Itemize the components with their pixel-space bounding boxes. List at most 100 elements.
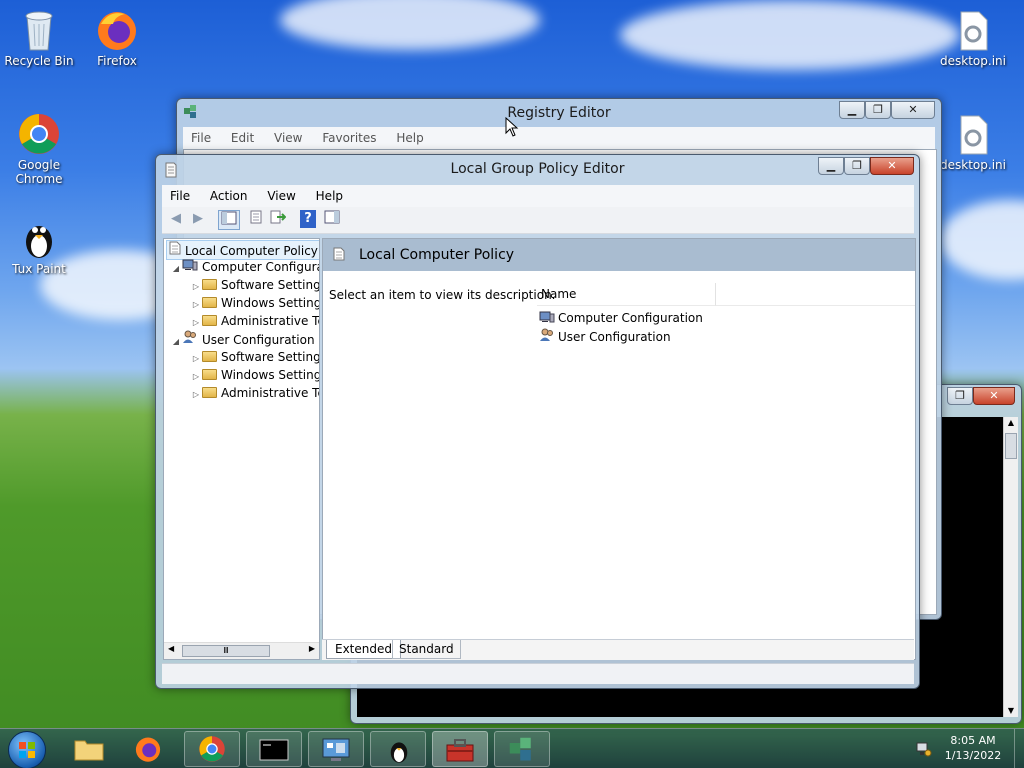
tree-item-local-computer-policy[interactable]: Local Computer Policy xyxy=(166,240,319,260)
folder-icon xyxy=(202,387,217,398)
clock-date: 1/13/2022 xyxy=(944,749,1002,762)
scroll-thumb[interactable] xyxy=(1005,433,1017,459)
restore-button[interactable]: ❐ xyxy=(947,387,973,405)
menu-edit[interactable]: Edit xyxy=(223,127,262,149)
command-prompt-icon xyxy=(259,739,289,764)
tree-item-computer-configuration[interactable]: ◢ Computer Configura xyxy=(170,258,319,278)
tree-label: Software Settings xyxy=(221,350,320,364)
taskbar-firefox[interactable] xyxy=(122,731,178,767)
network-icon[interactable] xyxy=(914,741,932,760)
desktop-icon-desktop-ini[interactable]: desktop.ini xyxy=(936,112,1010,172)
show-desktop-button[interactable] xyxy=(1014,729,1024,768)
help-icon[interactable]: ? xyxy=(300,210,316,228)
description-text: Select an item to view its description. xyxy=(329,288,556,302)
firefox-icon xyxy=(95,8,139,52)
desktop-icon-recycle-bin[interactable]: Recycle Bin xyxy=(2,8,76,68)
column-header-empty[interactable] xyxy=(716,283,915,306)
scroll-left-icon[interactable]: ◀ xyxy=(168,644,174,653)
tree-pane[interactable]: Local Computer Policy ◢ Computer Configur… xyxy=(163,238,320,660)
control-panel-icon xyxy=(321,737,351,766)
menu-help[interactable]: Help xyxy=(388,127,431,149)
folder-icon xyxy=(202,279,217,290)
menu-view[interactable]: View xyxy=(259,185,303,207)
menu-favorites[interactable]: Favorites xyxy=(314,127,384,149)
scroll-right-icon[interactable]: ▶ xyxy=(309,644,315,653)
tab-standard[interactable]: Standard xyxy=(392,640,461,659)
chrome-icon xyxy=(198,735,226,766)
menu-file[interactable]: File xyxy=(183,127,219,149)
menu-file[interactable]: File xyxy=(162,185,198,207)
desktop-icon-google-chrome[interactable]: Google Chrome xyxy=(2,112,76,186)
tab-label: Extended xyxy=(335,642,392,656)
horizontal-scrollbar[interactable]: ◀ Ⅲ ▶ xyxy=(164,642,319,659)
tab-extended[interactable]: Extended xyxy=(326,640,401,659)
registry-editor-icon xyxy=(507,736,537,767)
folder-icon xyxy=(74,737,104,764)
close-button[interactable]: ✕ xyxy=(973,387,1015,405)
close-button[interactable]: ✕ xyxy=(870,157,914,175)
menu-view[interactable]: View xyxy=(266,127,310,149)
minimize-button[interactable]: ▁ xyxy=(839,101,865,119)
cloud xyxy=(620,0,960,70)
expand-arrow-icon[interactable]: ▷ xyxy=(190,386,202,404)
computer-icon xyxy=(539,310,555,328)
tree-item-windows-settings[interactable]: ▷ Windows Setting xyxy=(190,294,319,312)
tree-item-user-configuration[interactable]: ◢ User Configuration xyxy=(170,330,315,348)
taskbar-chrome[interactable] xyxy=(184,731,240,767)
tree-item-software-settings[interactable]: ▷ Software Settings xyxy=(190,276,319,294)
taskbar-registry-editor[interactable] xyxy=(494,731,550,767)
title-bar[interactable]: Local Group Policy Editor ▁ ❐ ✕ xyxy=(156,155,919,185)
action-pane-icon[interactable] xyxy=(322,210,342,228)
desktop-icon-firefox[interactable]: Firefox xyxy=(80,8,154,68)
scroll-thumb[interactable]: Ⅲ xyxy=(182,645,270,657)
export-list-icon[interactable] xyxy=(268,210,288,228)
taskbar-tux-paint[interactable] xyxy=(370,731,426,767)
firefox-icon xyxy=(134,735,162,766)
list-item-computer-configuration[interactable]: Computer Configuration xyxy=(539,309,703,327)
restore-button[interactable]: ❐ xyxy=(844,157,870,175)
tree-item-user-administrative-templates[interactable]: ▷ Administrative Te xyxy=(190,384,319,404)
tree-item-administrative-templates[interactable]: ▷ Administrative Te xyxy=(190,312,319,330)
taskbar-group-policy-editor[interactable] xyxy=(432,731,488,767)
header-notch xyxy=(523,271,915,276)
forward-arrow-icon[interactable]: ▶ xyxy=(188,210,208,228)
properties-icon[interactable] xyxy=(246,210,266,228)
status-bar xyxy=(162,663,914,684)
back-arrow-icon[interactable]: ◀ xyxy=(166,210,186,228)
tree-item-user-windows-settings[interactable]: ▷ Windows Setting xyxy=(190,366,319,384)
menu-action[interactable]: Action xyxy=(202,185,256,207)
minimize-button[interactable]: ▁ xyxy=(818,157,844,175)
desktop-icon-desktop-ini[interactable]: desktop.ini xyxy=(936,8,1010,68)
taskbar: 8:05 AM 1/13/2022 xyxy=(0,728,1024,768)
vertical-scrollbar[interactable]: ▲ ▼ xyxy=(1003,417,1018,717)
view-tabs: Extended Standard xyxy=(322,639,914,660)
system-clock[interactable]: 8:05 AM 1/13/2022 xyxy=(936,733,1010,763)
restore-icon: ❐ xyxy=(955,389,965,402)
start-button[interactable] xyxy=(8,731,46,768)
column-header-name[interactable]: Name xyxy=(537,283,716,306)
taskbar-file-explorer[interactable] xyxy=(62,731,118,767)
taskbar-control-panel[interactable] xyxy=(308,731,364,767)
tux-icon xyxy=(385,735,413,768)
menu-help[interactable]: Help xyxy=(308,185,351,207)
desktop-icon-tux-paint[interactable]: Tux Paint xyxy=(2,216,76,276)
title-bar[interactable]: Registry Editor ▁ ❐ ✕ xyxy=(177,99,941,129)
taskbar-command-prompt[interactable] xyxy=(246,731,302,767)
list-item-label: User Configuration xyxy=(558,330,671,344)
collapse-arrow-icon[interactable]: ◢ xyxy=(170,260,182,278)
close-icon: ✕ xyxy=(989,389,999,402)
folder-icon xyxy=(202,351,217,362)
scroll-down-icon[interactable]: ▼ xyxy=(1004,705,1018,717)
desktop-icon-label: Firefox xyxy=(97,54,137,68)
group-policy-editor-window[interactable]: Local Group Policy Editor ▁ ❐ ✕ File Act… xyxy=(155,154,920,689)
recycle-bin-icon xyxy=(17,8,61,52)
close-button[interactable]: ✕ xyxy=(891,101,935,119)
settings-file-icon xyxy=(951,8,995,52)
show-hide-tree-icon[interactable] xyxy=(218,210,240,230)
scroll-up-icon[interactable]: ▲ xyxy=(1004,417,1018,429)
collapse-arrow-icon[interactable]: ◢ xyxy=(170,333,182,351)
list-item-user-configuration[interactable]: User Configuration xyxy=(539,328,671,346)
tree-item-user-software-settings[interactable]: ▷ Software Settings xyxy=(190,348,320,366)
restore-button[interactable]: ❐ xyxy=(865,101,891,119)
folder-icon xyxy=(202,315,217,326)
